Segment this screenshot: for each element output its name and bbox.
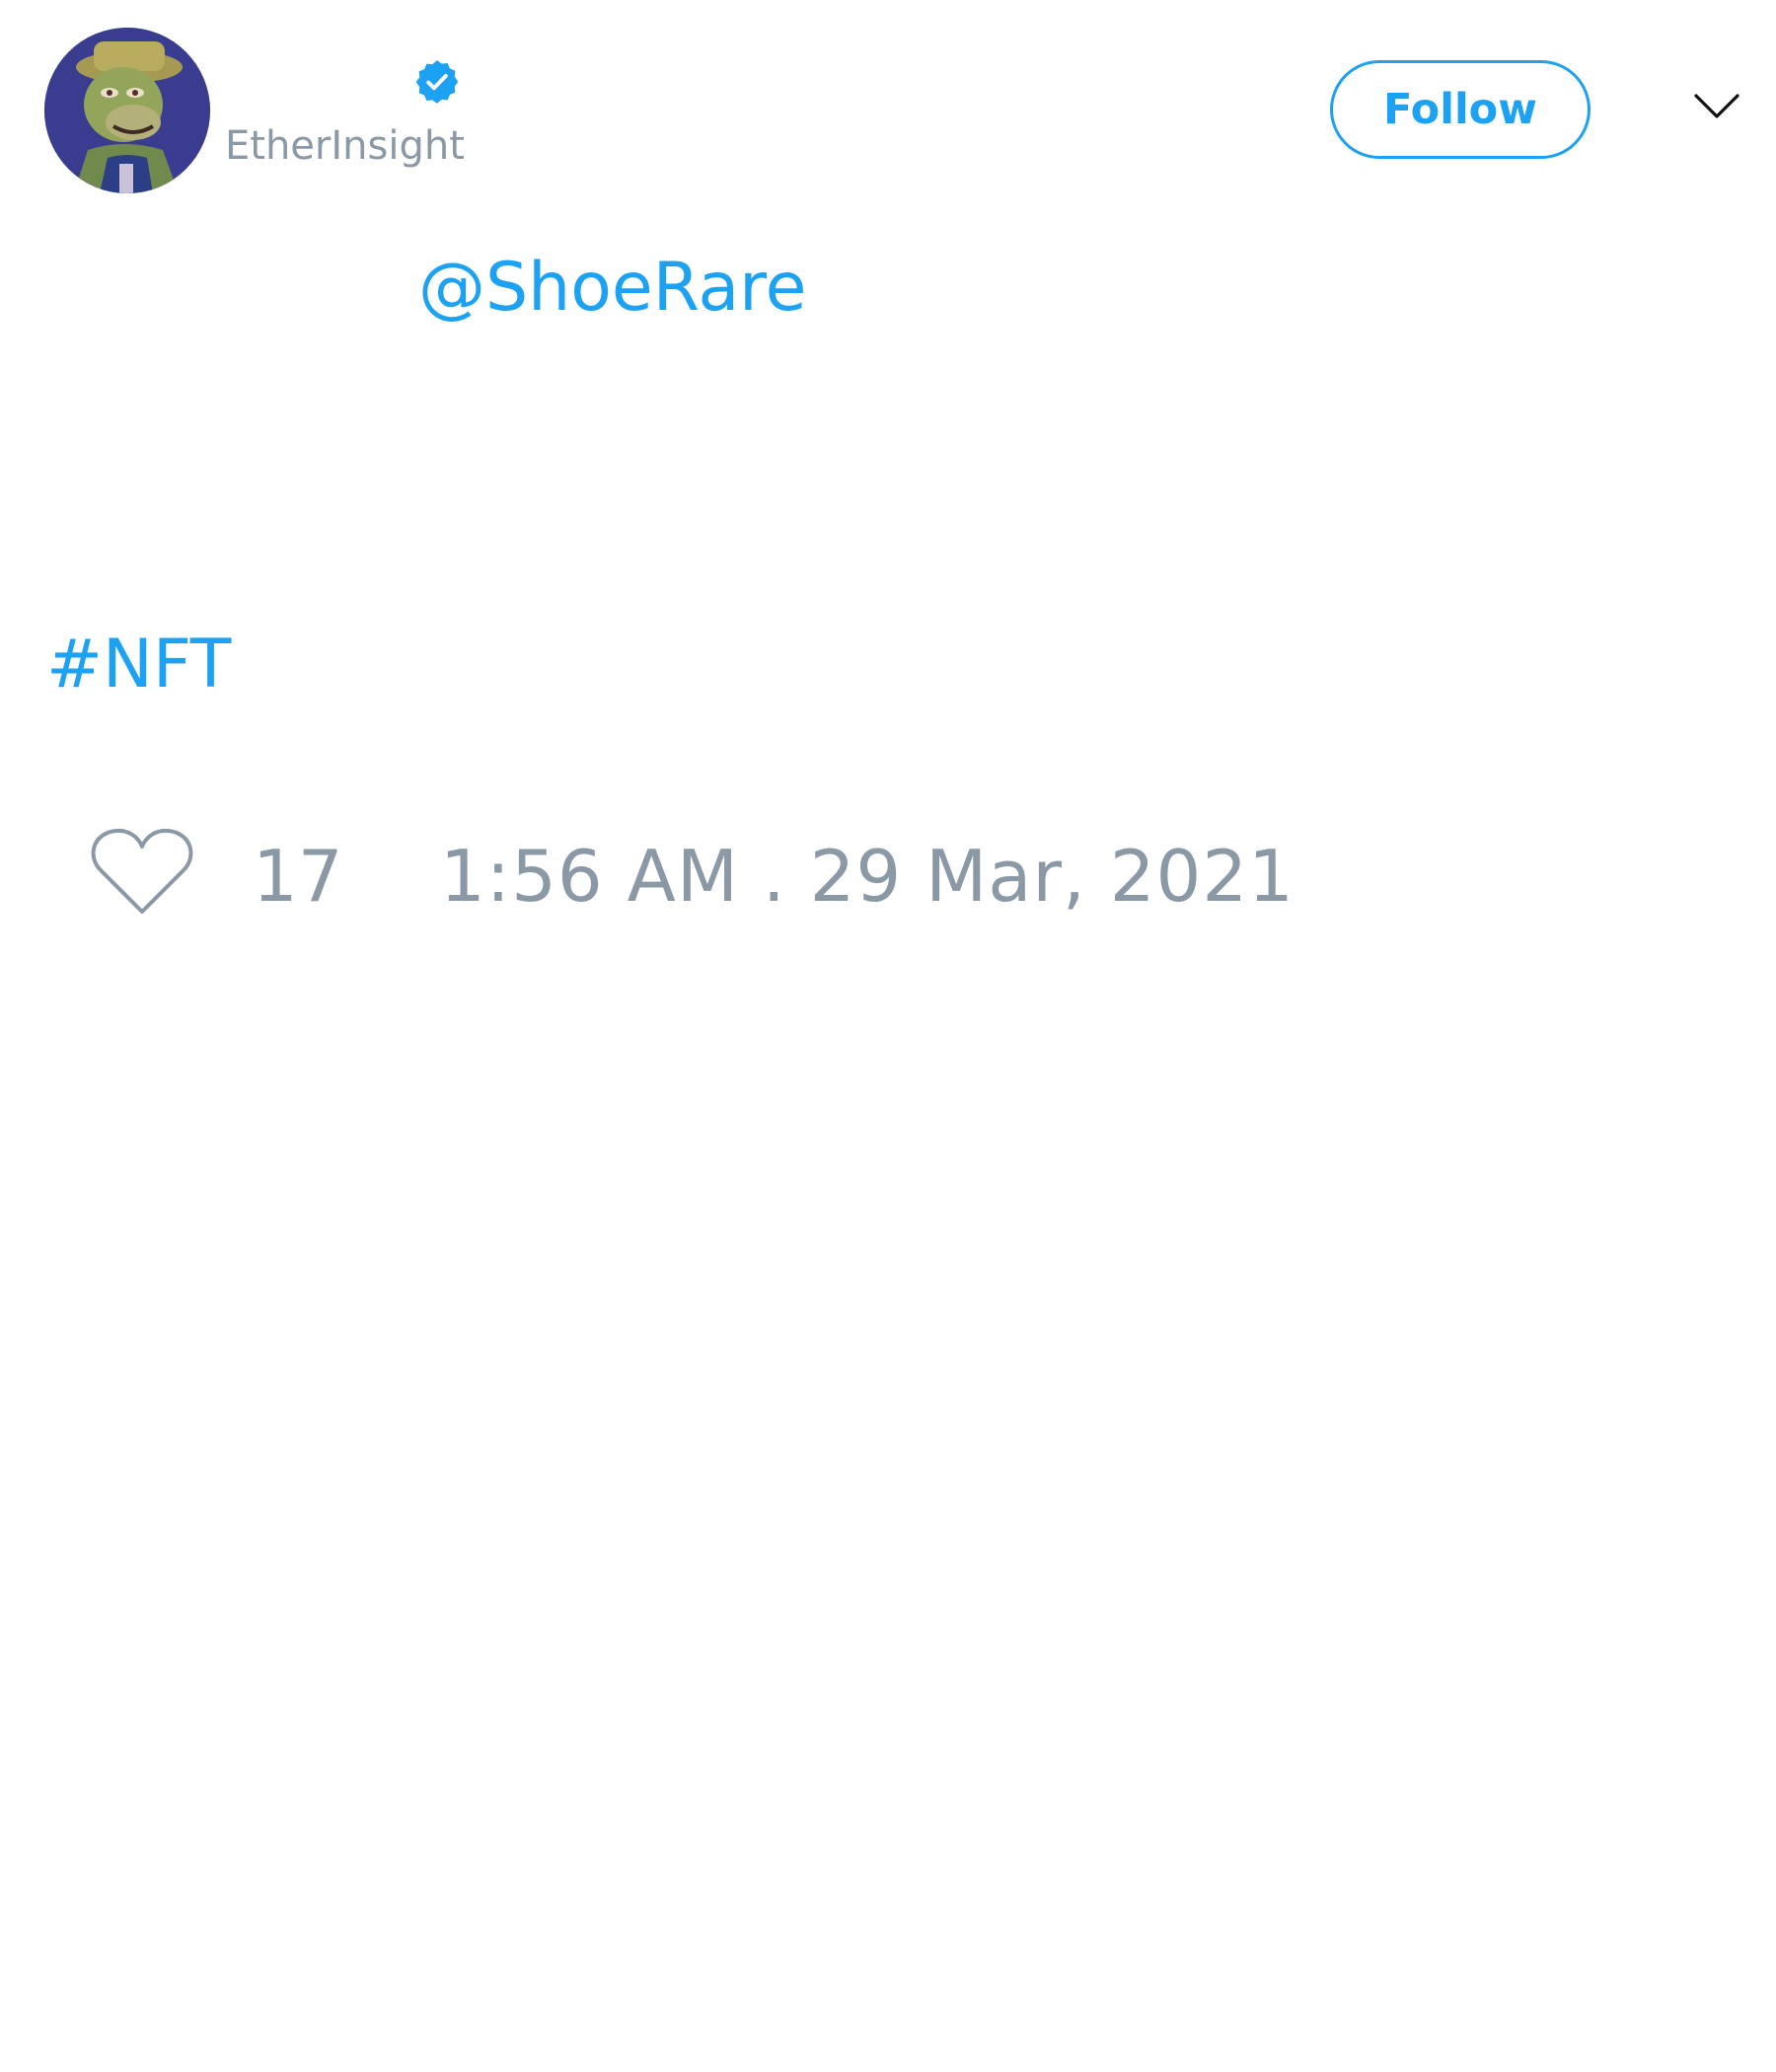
chevron-down-icon[interactable] <box>1693 92 1740 121</box>
follow-button[interactable]: Follow <box>1330 60 1591 159</box>
hashtag-link[interactable]: #NFT <box>46 631 231 699</box>
like-count: 17 <box>253 835 343 918</box>
author-handle[interactable]: EtherInsight <box>225 126 465 166</box>
avatar[interactable] <box>44 28 210 193</box>
tweet-timestamp[interactable]: 1:56 AM . 29 Mar, 2021 <box>440 841 1295 912</box>
mention-link[interactable]: @ShoeRare <box>418 255 806 322</box>
verified-badge-icon <box>415 60 459 104</box>
heart-icon[interactable] <box>89 825 195 920</box>
ape-avatar-image <box>44 28 210 193</box>
